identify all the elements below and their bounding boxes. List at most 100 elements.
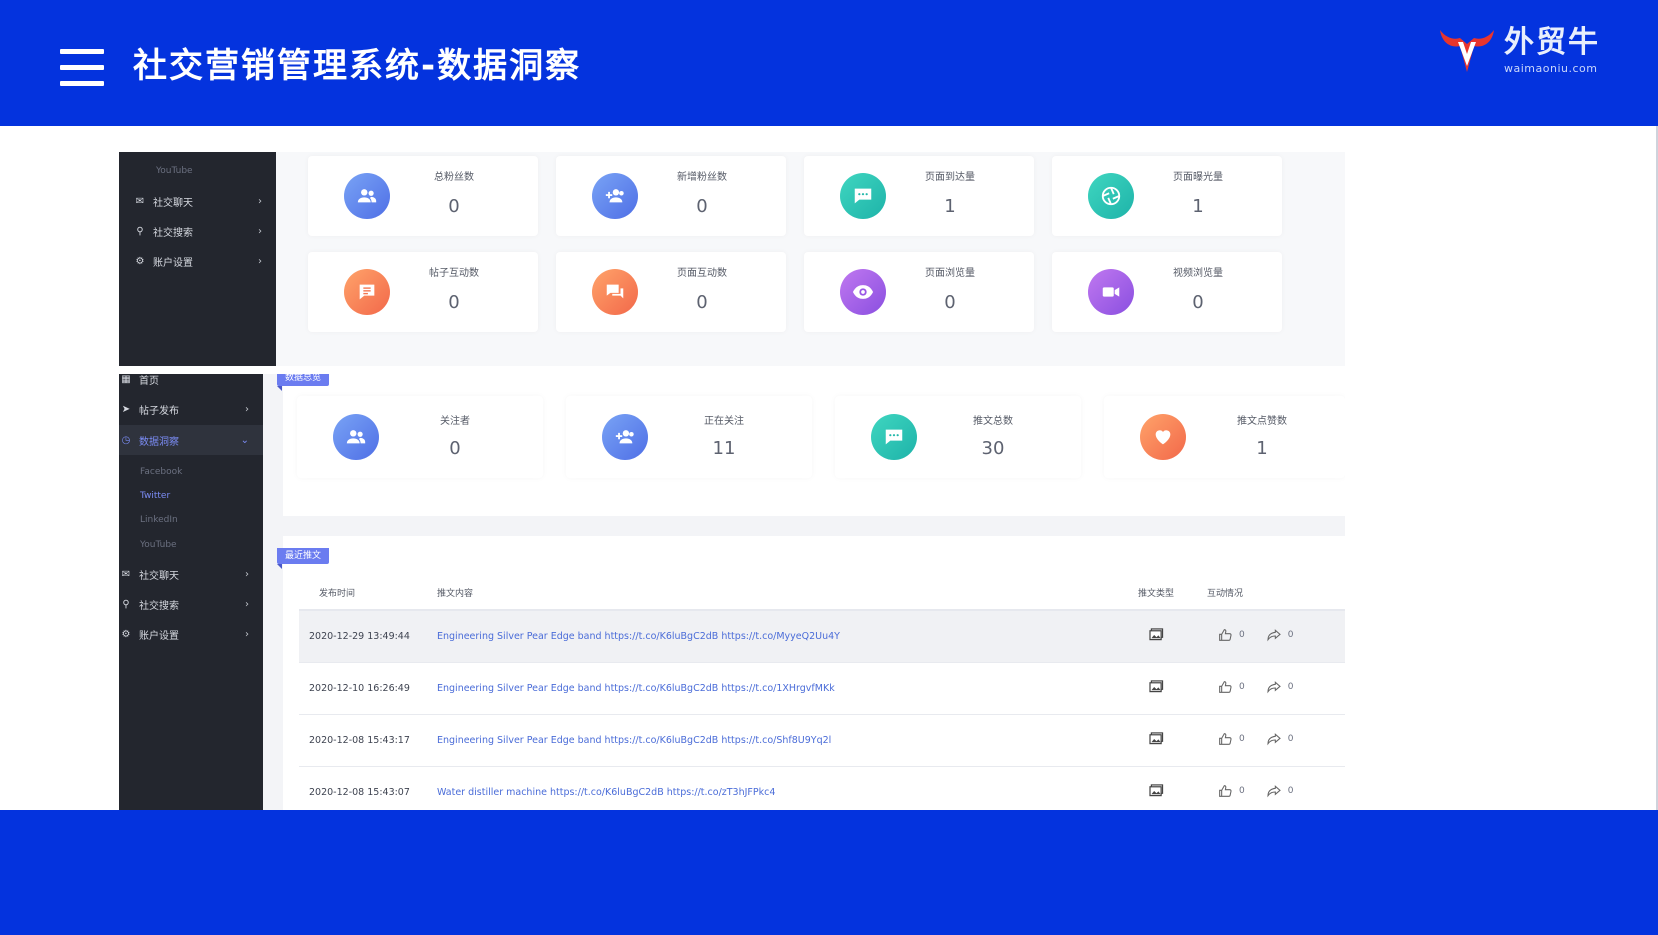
likes-metric[interactable]: 0 — [1217, 679, 1245, 695]
brand-logo: 外贸牛 waimaoniu.com — [1436, 22, 1606, 82]
sidebar: YouTube ✉ 社交聊天 › ⚲ 社交搜索 › ⚙ 账户设置 › — [119, 152, 276, 366]
stat-label: 正在关注 — [704, 416, 744, 427]
stat-label: 页面曝光量 — [1173, 172, 1223, 183]
sidebar-item-label: 首页 — [139, 375, 159, 387]
sidebar: ▦ 首页 ➤ 帖子发布 › ◷ 数据洞察 ⌄ Facebook Twitter … — [119, 374, 263, 810]
stat-label: 视频浏览量 — [1173, 268, 1223, 279]
shares-metric[interactable]: 0 — [1266, 731, 1294, 747]
stat-card-page-impressions: 页面曝光量 1 — [1052, 156, 1282, 236]
sidebar-item-label: 数据洞察 — [139, 436, 179, 448]
sidebar-item-settings[interactable]: ⚙ 账户设置 › — [119, 246, 276, 276]
mail-icon: ✉ — [121, 568, 131, 580]
user-add-icon — [602, 414, 648, 460]
likes-metric[interactable]: 0 — [1217, 731, 1245, 747]
shares-metric[interactable]: 0 — [1266, 627, 1294, 643]
stat-label: 推文总数 — [973, 416, 1013, 427]
sidebar-item-home[interactable]: ▦ 首页 — [119, 374, 263, 394]
table-row[interactable]: 2020-12-08 15:43:17 Engineering Silver P… — [299, 714, 1345, 767]
chevron-down-icon: ⌄ — [240, 434, 249, 446]
sidebar-item-chat[interactable]: ✉ 社交聊天 › — [119, 186, 276, 216]
stat-value: 1 — [944, 196, 956, 217]
sidebar-item-search[interactable]: ⚲ 社交搜索 › — [119, 589, 263, 619]
sidebar-item-chat[interactable]: ✉ 社交聊天 › — [119, 559, 263, 589]
clock-icon: ◷ — [121, 434, 131, 446]
table-row[interactable]: 2020-12-08 15:43:07 Water distiller mach… — [299, 766, 1345, 810]
menu-icon[interactable] — [60, 49, 104, 87]
mail-icon: ✉ — [135, 195, 145, 207]
cell-time: 2020-12-10 16:26:49 — [299, 662, 437, 715]
stat-value: 1 — [1256, 438, 1268, 459]
share-icon — [1267, 732, 1281, 745]
sidebar-subitem-youtube[interactable]: YouTube — [140, 540, 177, 550]
chevron-right-icon: › — [245, 628, 249, 640]
sidebar-item-insights[interactable]: ◷ 数据洞察 ⌄ — [119, 425, 263, 455]
thumbs-up-icon — [1219, 784, 1232, 797]
column-header-content: 推文内容 — [437, 576, 1117, 611]
cell-time: 2020-12-29 13:49:44 — [299, 610, 437, 663]
shares-count: 0 — [1287, 785, 1294, 796]
sidebar-item-label: 社交聊天 — [139, 570, 179, 582]
stat-value: 30 — [981, 438, 1005, 459]
search-icon: ⚲ — [136, 225, 144, 237]
sidebar-item-post-publish[interactable]: ➤ 帖子发布 › — [119, 394, 263, 424]
shares-count: 0 — [1287, 629, 1294, 640]
cell-content: Engineering Silver Pear Edge band https:… — [437, 662, 1117, 715]
thumbs-up-icon — [1219, 680, 1232, 693]
table-row[interactable]: 2020-12-29 13:49:44 Engineering Silver P… — [299, 610, 1345, 663]
image-post-icon — [1148, 628, 1163, 641]
share-icon — [1267, 784, 1281, 797]
likes-count: 0 — [1239, 733, 1245, 744]
sidebar-subitem-youtube[interactable]: YouTube — [156, 166, 193, 176]
likes-metric[interactable]: 0 — [1217, 783, 1245, 799]
stat-value: 11 — [712, 438, 736, 459]
gear-icon: ⚙ — [135, 255, 145, 267]
sidebar-subitem-twitter[interactable]: Twitter — [140, 491, 170, 501]
page-title: 社交营销管理系统-数据洞察 — [133, 46, 582, 86]
cell-content: Water distiller machine https://t.co/K6l… — [437, 766, 1117, 810]
stat-card-page-views: 页面浏览量 0 — [804, 252, 1034, 332]
cell-engagement: 0 0 — [1195, 662, 1345, 715]
sidebar-subitem-facebook[interactable]: Facebook — [140, 467, 182, 477]
table-header-row: 发布时间 推文内容 推文类型 互动情况 — [299, 576, 1345, 611]
stat-value: 0 — [1192, 292, 1204, 313]
stat-label: 新增粉丝数 — [677, 172, 727, 183]
likes-metric[interactable]: 0 — [1217, 627, 1245, 643]
comment-icon — [840, 173, 886, 219]
tweet-link[interactable]: Engineering Silver Pear Edge band https:… — [437, 735, 831, 746]
shares-metric[interactable]: 0 — [1266, 679, 1294, 695]
tweet-link[interactable]: Engineering Silver Pear Edge band https:… — [437, 683, 835, 694]
sidebar-subitem-linkedin[interactable]: LinkedIn — [140, 515, 178, 525]
stat-label: 关注者 — [440, 416, 470, 427]
stat-label: 页面互动数 — [677, 268, 727, 279]
comment-icon — [871, 414, 917, 460]
overview-panel: 数据总览 关注者 0 正在关注 11 推文总数 30 推文点赞数 1 — [277, 374, 1345, 516]
stat-card-page-engagement: 页面互动数 0 — [556, 252, 786, 332]
stat-label: 总粉丝数 — [434, 172, 474, 183]
sidebar-item-label: 帖子发布 — [139, 405, 179, 417]
cell-content: Engineering Silver Pear Edge band https:… — [437, 714, 1117, 767]
recent-tweets-panel: 最近推文 发布时间 推文内容 推文类型 互动情况 2020-12-29 13:4… — [277, 536, 1345, 810]
cell-type — [1117, 610, 1195, 663]
sidebar-item-settings[interactable]: ⚙ 账户设置 › — [119, 619, 263, 649]
tweet-link[interactable]: Water distiller machine https://t.co/K6l… — [437, 787, 775, 798]
bull-logo-icon — [1440, 30, 1494, 72]
sidebar-item-search[interactable]: ⚲ 社交搜索 › — [119, 216, 276, 246]
search-icon: ⚲ — [122, 598, 130, 610]
stat-card-video-views: 视频浏览量 0 — [1052, 252, 1282, 332]
tweet-link[interactable]: Engineering Silver Pear Edge band https:… — [437, 631, 840, 642]
table-row[interactable]: 2020-12-10 16:26:49 Engineering Silver P… — [299, 662, 1345, 715]
eye-icon — [840, 269, 886, 315]
sidebar-item-label: 账户设置 — [153, 257, 193, 269]
heart-icon — [1140, 414, 1186, 460]
dashboard-screenshot-bottom: ▦ 首页 ➤ 帖子发布 › ◷ 数据洞察 ⌄ Facebook Twitter … — [119, 374, 1345, 810]
sidebar-item-label: 社交搜索 — [139, 600, 179, 612]
stat-card-total-fans: 总粉丝数 0 — [308, 156, 538, 236]
cell-content: Engineering Silver Pear Edge band https:… — [437, 610, 1117, 663]
cell-engagement: 0 0 — [1195, 610, 1345, 663]
cell-engagement: 0 0 — [1195, 766, 1345, 810]
stat-card-following: 正在关注 11 — [566, 396, 812, 478]
thumbs-up-icon — [1219, 628, 1232, 641]
stat-card-total-tweets: 推文总数 30 — [835, 396, 1081, 478]
shares-metric[interactable]: 0 — [1266, 783, 1294, 799]
share-icon — [1267, 628, 1281, 642]
